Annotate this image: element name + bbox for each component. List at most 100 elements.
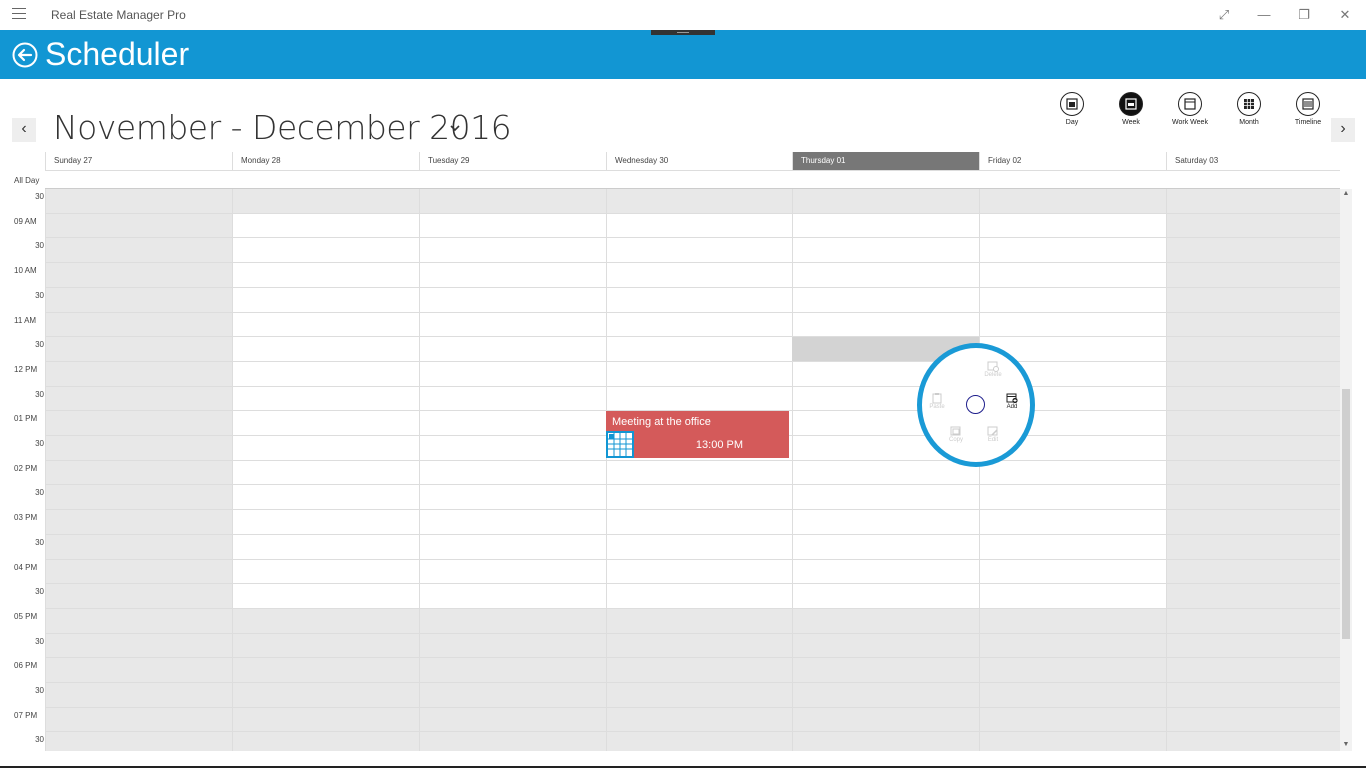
time-label: 30	[35, 488, 44, 497]
all-day-label: All Day	[14, 176, 40, 185]
grid-row-line	[45, 559, 1340, 560]
calendar-week-icon	[1119, 92, 1143, 116]
paste-icon	[932, 393, 942, 404]
radial-copy: Copy	[943, 425, 969, 444]
time-label: 30	[35, 538, 44, 547]
all-day-row[interactable]	[45, 170, 1340, 189]
calendar-grid-icon	[606, 431, 634, 458]
radial-paste: Paste	[924, 392, 950, 411]
view-label: Month	[1239, 119, 1259, 126]
drag-handle[interactable]	[651, 30, 715, 35]
time-label: 30	[35, 340, 44, 349]
grid-row-line	[45, 509, 1340, 510]
calendar-day-icon	[1060, 92, 1084, 116]
scroll-up-icon[interactable]: ▲	[1342, 190, 1350, 198]
grid-column-line	[792, 189, 793, 751]
grid-row-line	[45, 534, 1340, 535]
grid-column-line	[979, 189, 980, 751]
calendar-month-icon	[1237, 92, 1261, 116]
grid-row-line	[45, 262, 1340, 263]
time-label: 30	[35, 439, 44, 448]
grid-row-line	[45, 237, 1340, 238]
grid-row-line	[45, 336, 1340, 337]
add-calendar-icon	[1006, 393, 1018, 404]
radial-add[interactable]: Add	[999, 392, 1025, 411]
appointment-time: 13:00 PM	[695, 439, 743, 451]
view-label: Work Week	[1172, 119, 1208, 126]
day-column[interactable]	[45, 189, 232, 751]
app-header: Scheduler	[0, 30, 1366, 79]
day-header-tuesday[interactable]: Tuesday 29	[419, 152, 606, 170]
back-arrow-icon[interactable]	[12, 42, 38, 68]
scrollbar-thumb[interactable]	[1342, 389, 1350, 639]
day-header-friday[interactable]: Friday 02	[979, 152, 1166, 170]
view-week-button[interactable]: Week	[1107, 92, 1155, 132]
grid-row-line	[45, 633, 1340, 634]
day-column[interactable]	[1166, 189, 1340, 751]
time-label: 30	[35, 735, 44, 744]
restore-button[interactable]: ❐	[1292, 4, 1316, 26]
previous-button[interactable]: ‹	[12, 118, 36, 142]
chevron-down-icon[interactable]	[447, 120, 463, 136]
day-header-thursday[interactable]: Thursday 01	[792, 152, 979, 170]
grid-row-line	[45, 312, 1340, 313]
time-label: 30	[35, 390, 44, 399]
grid-row-line	[45, 707, 1340, 708]
time-label: 30	[35, 291, 44, 300]
time-label: 30	[35, 686, 44, 695]
grid-row-line	[45, 361, 1340, 362]
view-month-button[interactable]: Month	[1225, 92, 1273, 132]
app-title: Real Estate Manager Pro	[51, 8, 186, 22]
day-header-saturday[interactable]: Saturday 03	[1166, 152, 1340, 170]
view-day-button[interactable]: Day	[1048, 92, 1096, 132]
time-label: 30	[35, 241, 44, 250]
page-title: Scheduler	[45, 36, 190, 72]
time-label: 30	[35, 192, 44, 201]
grid-row-line	[45, 460, 1340, 461]
delete-calendar-icon	[987, 361, 999, 372]
radial-edit: Edit	[980, 425, 1006, 444]
copy-icon	[950, 426, 961, 436]
grid-row-line	[45, 657, 1340, 658]
time-label: 30	[35, 637, 44, 646]
calendar-work-week-icon	[1178, 92, 1202, 116]
day-header-wednesday[interactable]: Wednesday 30	[606, 152, 792, 170]
grid-column-line	[45, 189, 46, 751]
grid-row-line	[45, 287, 1340, 288]
timeline-icon	[1296, 92, 1320, 116]
grid-row-line	[45, 608, 1340, 609]
grid-column-line	[232, 189, 233, 751]
date-range-title[interactable]: November - December 2016	[53, 108, 512, 147]
time-label: 30	[35, 587, 44, 596]
grid-row-line	[45, 213, 1340, 214]
view-work-week-button[interactable]: Work Week	[1166, 92, 1214, 132]
radial-menu-center-button[interactable]	[966, 395, 985, 414]
title-bar: Real Estate Manager Pro ⤢ — ❐ ✕	[0, 0, 1366, 30]
fullscreen-icon[interactable]: ⤢	[1212, 4, 1236, 26]
grid-column-line	[419, 189, 420, 751]
grid-row-line	[45, 583, 1340, 584]
radial-delete: Delete	[980, 360, 1006, 379]
day-header-monday[interactable]: Monday 28	[232, 152, 419, 170]
hamburger-menu-icon[interactable]	[12, 8, 26, 20]
view-timeline-button[interactable]: Timeline	[1284, 92, 1332, 132]
grid-column-line	[1166, 189, 1167, 751]
schedule-grid[interactable]	[45, 189, 1340, 751]
view-label: Timeline	[1294, 119, 1322, 126]
grid-column-line	[606, 189, 607, 751]
grid-row-line	[45, 731, 1340, 732]
day-header-sunday[interactable]: Sunday 27	[45, 152, 232, 170]
grid-row-line	[45, 386, 1340, 387]
grid-row-line	[45, 682, 1340, 683]
next-button[interactable]: ›	[1331, 118, 1355, 142]
view-label: Day	[1065, 119, 1079, 126]
minimize-button[interactable]: —	[1252, 4, 1276, 26]
vertical-scrollbar[interactable]: ▲ ▼	[1340, 189, 1352, 751]
grid-row-line	[45, 484, 1340, 485]
edit-calendar-icon	[987, 426, 998, 436]
close-button[interactable]: ✕	[1333, 4, 1357, 26]
scroll-down-icon[interactable]: ▼	[1342, 741, 1350, 749]
appointment-title: Meeting at the office	[612, 416, 711, 428]
appointment-meeting[interactable]: Meeting at the office 13:00 PM	[606, 411, 789, 458]
view-label: Week	[1122, 119, 1140, 126]
